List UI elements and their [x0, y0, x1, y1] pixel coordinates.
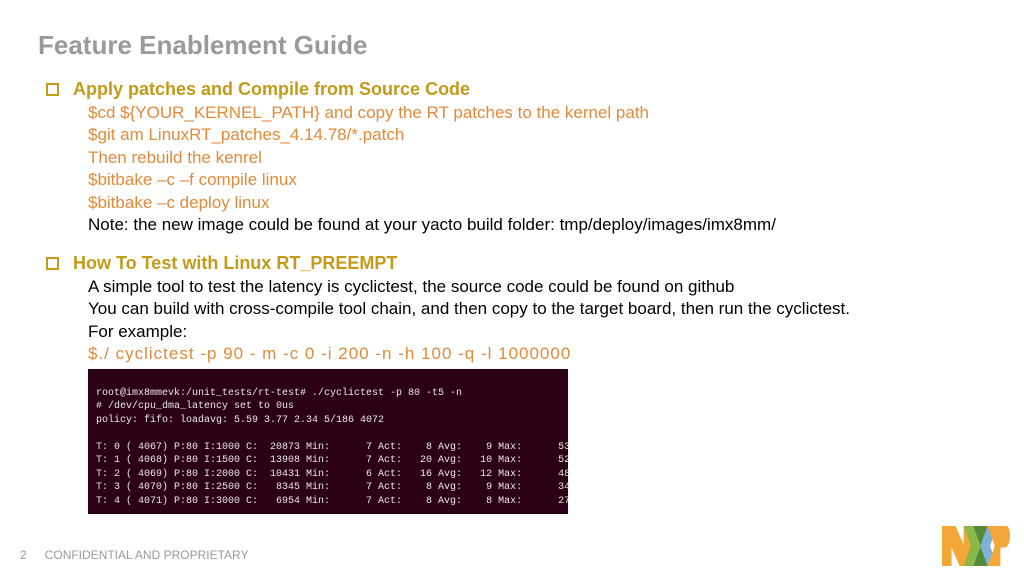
bullet-icon [46, 83, 59, 96]
terminal-line: # /dev/cpu_dma_latency set to 0us [96, 401, 294, 412]
text-line: Note: the new image could be found at yo… [88, 214, 986, 236]
bullet-icon [46, 257, 59, 270]
section-header: Apply patches and Compile from Source Co… [46, 79, 986, 100]
section-body: A simple tool to test the latency is cyc… [46, 276, 986, 515]
text-line: For example: [88, 321, 986, 343]
slide: Feature Enablement Guide Apply patches a… [0, 0, 1024, 514]
page-title: Feature Enablement Guide [38, 30, 986, 61]
terminal-line: root@imx8mmevk:/unit_tests/rt-test# ./cy… [96, 388, 462, 399]
section-header: How To Test with Linux RT_PREEMPT [46, 253, 986, 274]
terminal-line: policy: fifo: loadavg: 5.59 3.77 2.34 5/… [96, 415, 384, 426]
code-line: Then rebuild the kenrel [88, 147, 986, 169]
terminal-line: T: 3 ( 4070) P:80 I:2500 C: 8345 Min: 7 … [96, 482, 570, 493]
section-apply-patches: Apply patches and Compile from Source Co… [46, 79, 986, 237]
code-line: $bitbake –c deploy linux [88, 192, 986, 214]
terminal-line: T: 1 ( 4068) P:80 I:1500 C: 13908 Min: 7… [96, 455, 570, 466]
sections: Apply patches and Compile from Source Co… [38, 79, 986, 514]
code-line: $cd ${YOUR_KERNEL_PATH} and copy the RT … [88, 102, 986, 124]
nxp-logo [942, 526, 1010, 566]
section-title: Apply patches and Compile from Source Co… [73, 79, 470, 100]
command-example: $./ cyclictest -p 90 - m -c 0 -i 200 -n … [88, 343, 986, 365]
terminal-line: T: 4 ( 4071) P:80 I:3000 C: 6954 Min: 7 … [96, 496, 570, 507]
text-line: A simple tool to test the latency is cyc… [88, 276, 986, 298]
section-title: How To Test with Linux RT_PREEMPT [73, 253, 397, 274]
terminal-output: root@imx8mmevk:/unit_tests/rt-test# ./cy… [88, 369, 568, 514]
terminal-line: T: 2 ( 4069) P:80 I:2000 C: 10431 Min: 6… [96, 469, 570, 480]
code-line: $bitbake –c –f compile linux [88, 169, 986, 191]
section-how-to-test: How To Test with Linux RT_PREEMPT A simp… [46, 253, 986, 515]
footer: 2 CONFIDENTIAL AND PROPRIETARY [20, 548, 249, 562]
text-line: You can build with cross-compile tool ch… [88, 298, 986, 320]
page-number: 2 [20, 548, 27, 562]
section-body: $cd ${YOUR_KERNEL_PATH} and copy the RT … [46, 102, 986, 237]
footer-label: CONFIDENTIAL AND PROPRIETARY [45, 548, 249, 562]
terminal-line: T: 0 ( 4067) P:80 I:1000 C: 20873 Min: 7… [96, 442, 570, 453]
code-line: $git am LinuxRT_patches_4.14.78/*.patch [88, 124, 986, 146]
